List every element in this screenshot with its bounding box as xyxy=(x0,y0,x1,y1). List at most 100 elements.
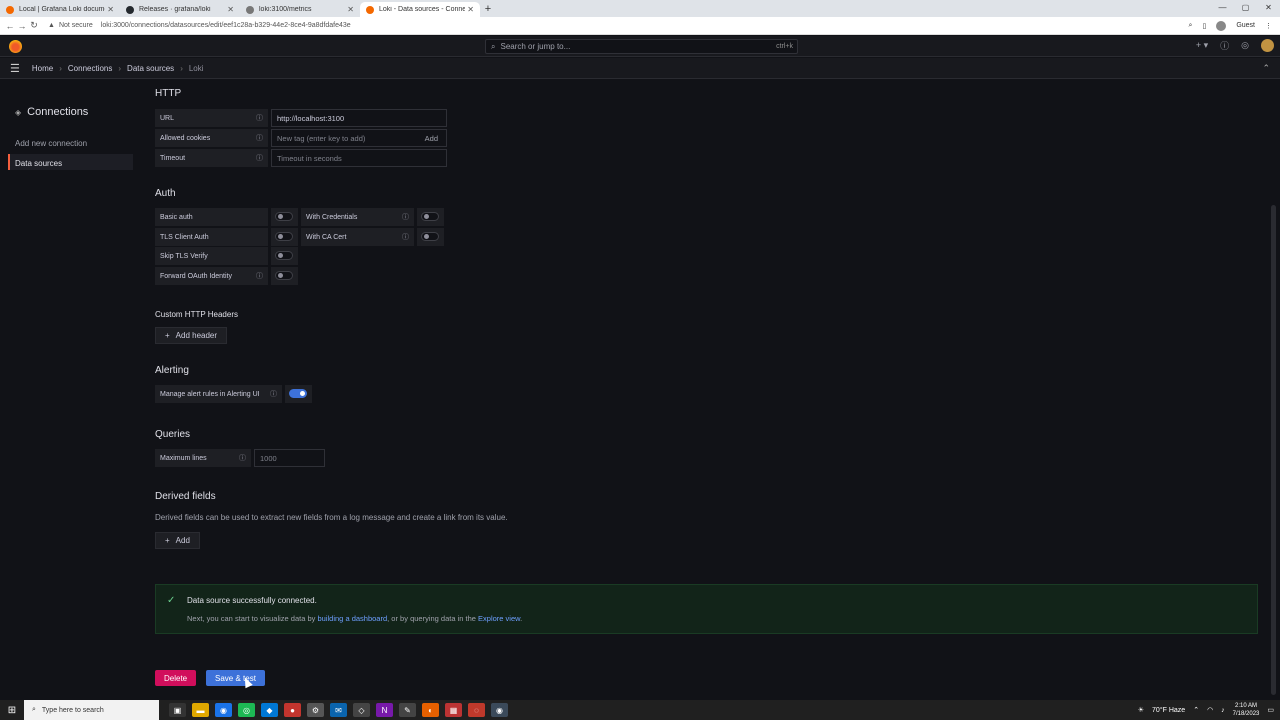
basic-auth-toggle[interactable] xyxy=(275,212,293,221)
info-icon[interactable]: ⓘ xyxy=(402,232,409,242)
info-icon[interactable]: ⓘ xyxy=(256,113,263,123)
app-icon[interactable]: ◌ xyxy=(468,703,485,717)
browser-tab-active[interactable]: Loki - Data sources - Connection...✕ xyxy=(360,2,480,17)
chevron-up-icon[interactable]: ⌃ xyxy=(1193,706,1199,714)
manage-alert-rules-toggle[interactable] xyxy=(289,389,307,398)
breadcrumb-home[interactable]: Home xyxy=(32,64,53,73)
browser-tab[interactable]: Local | Grafana Loki documentat...✕ xyxy=(0,2,120,17)
notepad-icon[interactable]: ✎ xyxy=(399,703,416,717)
browser-tab[interactable]: Releases · grafana/loki ✕ xyxy=(120,2,240,17)
not-secure-label[interactable]: Not secure xyxy=(59,22,93,29)
back-icon[interactable]: ← xyxy=(4,21,16,31)
skip-tls-toggle[interactable] xyxy=(275,251,293,260)
tab-title: loki:3100/metrics xyxy=(259,6,312,13)
url-label: URL ⓘ xyxy=(155,109,268,127)
url-input-value: http://localhost:3100 xyxy=(277,113,345,123)
chrome-icon[interactable]: ◉ xyxy=(215,703,232,717)
warning-icon[interactable]: ▲ xyxy=(48,22,55,29)
grafana-logo-icon[interactable] xyxy=(9,40,22,53)
tab-title: Local | Grafana Loki documentat... xyxy=(19,6,105,13)
profile-avatar[interactable] xyxy=(1216,20,1227,31)
manage-alert-rules-text: Manage alert rules in Alerting UI xyxy=(160,390,260,398)
close-icon[interactable]: ✕ xyxy=(347,5,354,14)
app-icon[interactable]: ◇ xyxy=(353,703,370,717)
url-field[interactable]: loki:3000/connections/datasources/edit/e… xyxy=(101,22,351,29)
tab-title: Releases · grafana/loki xyxy=(139,6,211,13)
scrollbar[interactable] xyxy=(1271,205,1276,695)
guest-label[interactable]: Guest xyxy=(1236,22,1255,29)
clock[interactable]: 2:10 AM 7/18/2023 xyxy=(1233,702,1260,718)
explore-view-link[interactable]: Explore view xyxy=(478,614,520,623)
search-input[interactable]: ⌕ Search or jump to... ctrl+k xyxy=(485,39,798,54)
close-icon[interactable]: ✕ xyxy=(227,5,234,14)
browser-tab[interactable]: loki:3100/metrics ✕ xyxy=(240,2,360,17)
sidebar-item-add-new-connection[interactable]: Add new connection xyxy=(15,139,87,148)
plus-icon[interactable]: + ▾ xyxy=(1196,40,1208,51)
menu-icon[interactable]: ⋮ xyxy=(1265,22,1272,30)
with-credentials-toggle[interactable] xyxy=(421,212,439,221)
notifications-icon[interactable]: ▭ xyxy=(1267,706,1274,714)
add-header-button[interactable]: + Add header xyxy=(155,327,228,344)
taskbar-search[interactable]: ⌕ Type here to search xyxy=(24,700,159,720)
timeout-input[interactable]: Timeout in seconds xyxy=(271,149,447,167)
user-avatar[interactable] xyxy=(1261,39,1274,52)
allowed-cookies-input[interactable]: New tag (enter key to add) Add xyxy=(271,129,447,147)
add-derived-field-button[interactable]: + Add xyxy=(155,532,200,549)
info-icon[interactable]: ⓘ xyxy=(402,212,409,222)
menu-hamburger-icon[interactable]: ☰ xyxy=(10,62,20,75)
spotify-icon[interactable]: ◎ xyxy=(238,703,255,717)
zoom-icon[interactable]: ⌕ xyxy=(1189,22,1193,30)
building-dashboard-link[interactable]: building a dashboard xyxy=(318,614,388,623)
forward-oauth-text: Forward OAuth Identity xyxy=(160,272,232,280)
maximize-icon[interactable]: ▢ xyxy=(1234,0,1257,15)
news-icon[interactable]: ◎ xyxy=(1241,40,1249,51)
firefox-icon[interactable]: ◐ xyxy=(422,703,439,717)
github-favicon-icon xyxy=(126,5,134,14)
toggle-cell xyxy=(417,228,444,246)
onenote-icon[interactable]: N xyxy=(376,703,393,717)
settings-icon[interactable]: ⚙ xyxy=(307,703,324,717)
windows-start-icon[interactable]: ⊞ xyxy=(0,705,24,716)
breadcrumb-connections[interactable]: Connections xyxy=(68,64,112,73)
grafana-favicon-icon xyxy=(366,5,374,14)
system-tray: ☀ 70°F Haze ⌃ ◠ ♪ 2:10 AM 7/18/2023 ▭ xyxy=(1138,702,1274,718)
info-icon[interactable]: ⓘ xyxy=(239,453,246,463)
delete-button[interactable]: Delete xyxy=(155,670,197,686)
info-icon[interactable]: ⓘ xyxy=(270,389,277,399)
add-cookie-button[interactable]: Add xyxy=(425,134,438,143)
maximum-lines-input[interactable]: 1000 xyxy=(254,449,325,467)
file-explorer-icon[interactable]: ▬ xyxy=(192,703,209,717)
minimize-icon[interactable]: — xyxy=(1211,0,1234,15)
toggle-cell xyxy=(271,247,298,265)
forward-oauth-toggle[interactable] xyxy=(275,271,293,280)
forward-icon[interactable]: → xyxy=(16,21,28,31)
vscode-icon[interactable]: ◆ xyxy=(261,703,278,717)
with-ca-cert-toggle[interactable] xyxy=(421,232,439,241)
weather-text[interactable]: 70°F Haze xyxy=(1152,707,1185,714)
chevron-up-icon[interactable]: ⌃ xyxy=(1262,63,1270,74)
breadcrumb-data-sources[interactable]: Data sources xyxy=(127,64,174,73)
task-view-icon[interactable]: ▣ xyxy=(169,703,186,717)
mail-icon[interactable]: ✉ xyxy=(330,703,347,717)
save-test-button[interactable]: Save & test xyxy=(206,670,265,686)
chevron-right-icon: › xyxy=(118,63,122,73)
volume-icon[interactable]: ♪ xyxy=(1221,707,1225,714)
sidebar-item-data-sources[interactable]: Data sources xyxy=(15,159,62,168)
window-close-icon[interactable]: ✕ xyxy=(1257,0,1280,15)
new-tab-icon[interactable]: + xyxy=(480,2,496,17)
toggle-cell xyxy=(271,208,298,226)
chrome-active-icon[interactable]: ◉ xyxy=(491,703,508,717)
reload-icon[interactable]: ↻ xyxy=(28,20,40,31)
close-icon[interactable]: ✕ xyxy=(107,5,114,14)
info-icon[interactable]: ⓘ xyxy=(256,153,263,163)
tls-client-auth-toggle[interactable] xyxy=(275,232,293,241)
close-icon[interactable]: ✕ xyxy=(467,5,474,14)
url-input[interactable]: http://localhost:3100 xyxy=(271,109,447,127)
network-icon[interactable]: ◠ xyxy=(1207,706,1213,714)
help-icon[interactable]: ⓘ xyxy=(1220,39,1229,52)
info-icon[interactable]: ⓘ xyxy=(256,133,263,143)
info-icon[interactable]: ⓘ xyxy=(256,271,263,281)
app-icon[interactable]: ● xyxy=(284,703,301,717)
app-icon[interactable]: ▦ xyxy=(445,703,462,717)
sidebar-toggle-icon[interactable]: ▯ xyxy=(1202,22,1206,30)
